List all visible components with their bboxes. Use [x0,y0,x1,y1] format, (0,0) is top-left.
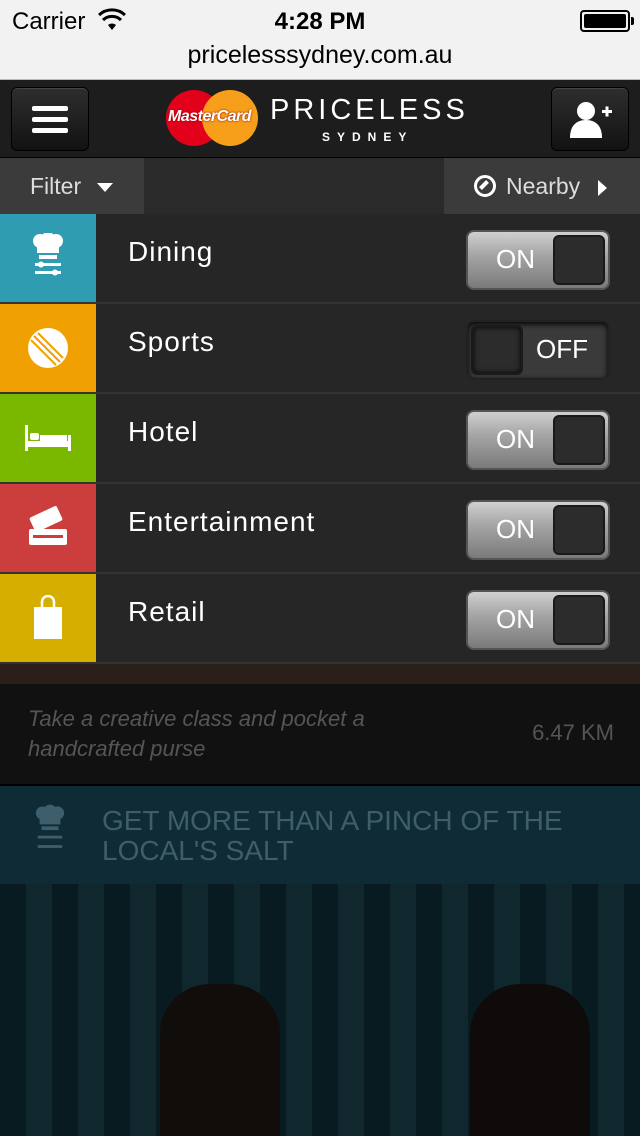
category-label: Sports [128,326,215,357]
listing-item[interactable]: Take a creative class and pocket a handc… [0,684,640,784]
add-user-button[interactable] [551,87,629,151]
mastercard-logo: MasterCard [166,88,260,148]
toggle-state: ON [496,244,535,274]
hotel-toggle[interactable]: ON [466,410,610,470]
add-user-icon [570,102,612,138]
brand-city: SYDNEY [322,130,414,144]
clock: 4:28 PM [274,8,366,35]
category-icon-tile [0,214,96,302]
dining-toggle[interactable]: ON [466,230,610,290]
compass-icon [474,175,496,197]
category-row-retail: Retail ON [0,574,640,664]
address-bar[interactable]: pricelesssydney.com.au [0,40,640,80]
background-image-strip [0,664,640,684]
category-label: Retail [128,596,206,627]
menu-button[interactable] [11,87,89,151]
filter-button[interactable]: Filter [0,158,144,214]
toggle-knob[interactable] [553,415,605,465]
priceless-sydney-logo[interactable]: MasterCard PRICELESS SYDNEY [166,88,486,150]
toggle-knob[interactable] [471,325,523,375]
toggle-state: ON [496,514,535,544]
nearby-button[interactable]: Nearby [444,158,640,214]
site-header: MasterCard PRICELESS SYDNEY [0,80,640,158]
toggle-state: OFF [536,334,588,364]
promo-photo [0,884,640,1136]
category-icon-tile [0,484,96,572]
promo-text: GET MORE THAN A PINCH OF THE LOCAL'S SAL… [102,805,563,866]
sports-toggle[interactable]: OFF [466,320,610,380]
hamburger-icon [32,106,68,134]
retail-toggle[interactable]: ON [466,590,610,650]
promo-banner[interactable]: GET MORE THAN A PINCH OF THE LOCAL'S SAL… [0,786,640,884]
entertainment-toggle[interactable]: ON [466,500,610,560]
brand-title: PRICELESS [270,94,469,126]
url-text: pricelesssydney.com.au [187,41,453,69]
category-row-dining: Dining ON [0,214,640,304]
category-label: Hotel [128,416,199,447]
listing-title: Take a creative class and pocket a handc… [28,706,365,761]
category-row-sports: Sports OFF [0,304,640,394]
status-bar: Carrier 4:28 PM [0,0,640,40]
chef-hat-icon [35,804,65,848]
ticket-icon [29,506,67,545]
category-row-hotel: Hotel ON [0,394,640,484]
category-icon-tile [0,574,96,662]
toggle-knob[interactable] [553,235,605,285]
category-row-entertainment: Entertainment ON [0,484,640,574]
toggle-knob[interactable] [553,505,605,555]
battery-icon [580,10,634,32]
bed-icon [25,425,71,451]
category-label: Entertainment [128,506,316,537]
caret-down-icon [97,183,114,193]
listing-distance: 6.47 KM [532,720,614,745]
chef-hat-icon [33,233,63,276]
category-icon-tile [0,304,96,392]
shopping-bag-icon [34,595,62,639]
category-icon-tile [0,394,96,482]
cricket-ball-icon [28,328,68,368]
category-list: Dining ON Sports OFF Hotel ON Entertainm… [0,214,640,664]
filter-bar: Filter Nearby [0,158,640,214]
filter-label: Filter [30,173,82,199]
category-label: Dining [128,236,214,267]
chevron-right-icon [598,179,608,196]
toggle-state: ON [496,424,535,454]
toggle-state: ON [496,604,535,634]
toggle-knob[interactable] [553,595,605,645]
nearby-label: Nearby [506,173,581,199]
